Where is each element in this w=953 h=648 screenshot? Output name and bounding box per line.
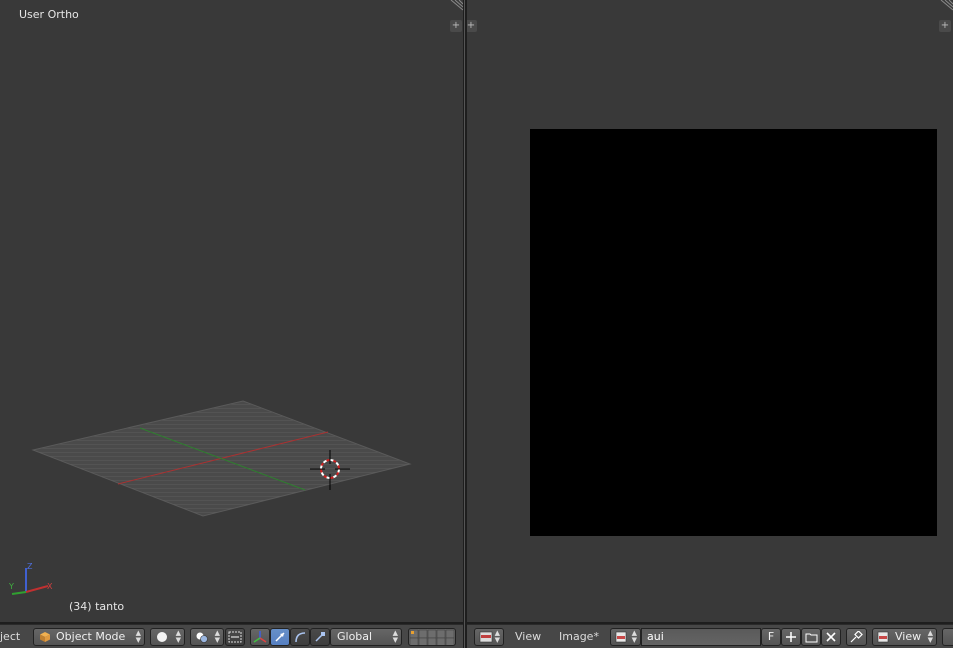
image-browse-select[interactable]: ▲ ▼ — [610, 628, 641, 646]
image-canvas[interactable] — [530, 129, 937, 536]
pin-icon — [850, 631, 863, 643]
updown-arrows-icon: ▲ ▼ — [927, 629, 933, 644]
translate-icon — [275, 632, 285, 642]
pivot-center-icon — [228, 631, 242, 643]
updown-arrows-icon: ▲ ▼ — [494, 629, 500, 644]
updown-arrows-icon: ▲ ▼ — [214, 629, 220, 644]
manipulator-toggle[interactable] — [250, 628, 270, 646]
shading-sphere-icon — [157, 632, 167, 642]
properties-plus-icon[interactable]: + — [939, 20, 951, 32]
translate-toggle[interactable] — [270, 628, 290, 646]
updown-arrows-icon: ▲ ▼ — [175, 629, 181, 644]
pin-image-toggle[interactable] — [846, 628, 867, 646]
toolbar-plus-icon[interactable]: + — [467, 20, 477, 32]
rotate-icon — [295, 632, 306, 643]
image-browse-icon — [615, 631, 627, 643]
new-image-button[interactable] — [781, 628, 801, 646]
new-image-icon — [786, 632, 796, 642]
image-menu[interactable]: Image* — [559, 630, 599, 643]
editor-type-select[interactable]: ▲ ▼ — [474, 628, 504, 646]
header-overflow-button[interactable] — [942, 628, 953, 646]
viewport-shading-select[interactable]: ▲ ▼ — [150, 628, 185, 646]
view-select-label: View — [895, 630, 922, 643]
axis-z-label: Z — [27, 562, 33, 571]
mode-select[interactable]: Object Mode ▲ ▼ — [33, 628, 145, 646]
object-menu[interactable]: ject — [0, 630, 20, 643]
axis-y-label: Y — [8, 582, 14, 591]
pivot-point-select[interactable]: ▲ ▼ — [190, 628, 224, 646]
open-image-button[interactable] — [801, 628, 821, 646]
grid-floor — [31, 400, 412, 517]
cube-icon — [40, 632, 50, 642]
object-label: (34) tanto — [69, 600, 125, 613]
updown-arrows-icon: ▲ ▼ — [135, 629, 141, 644]
transform-orientation-select[interactable]: Global ▲ ▼ — [330, 628, 402, 646]
3d-cursor-icon[interactable] — [310, 450, 350, 490]
close-icon — [826, 632, 836, 642]
3d-viewport[interactable]: + User Ortho Z X Y (34) tanto — [0, 0, 463, 622]
image-name-field[interactable]: aui — [641, 628, 761, 646]
pivot-center-toggle[interactable] — [225, 628, 245, 646]
display-channels-select[interactable]: View ▲ ▼ — [872, 628, 937, 646]
axis-gizmo-icon: Z X Y — [8, 562, 53, 595]
view-menu[interactable]: View — [515, 630, 541, 643]
image-editor-header: ▲ ▼ View Image* ▲ ▼ aui F View ▲ ▼ — [467, 624, 953, 648]
3d-view-header: ject Object Mode ▲ ▼ ▲ ▼ ▲ ▼ Global ▲ ▼ — [0, 624, 463, 648]
rotate-toggle[interactable] — [290, 628, 310, 646]
updown-arrows-icon: ▲ ▼ — [392, 629, 398, 644]
open-folder-icon — [805, 633, 818, 643]
mode-label: Object Mode — [56, 630, 126, 643]
editor-type-icon — [479, 631, 493, 643]
display-channel-icon — [877, 631, 889, 643]
updown-arrows-icon: ▲ ▼ — [631, 629, 637, 644]
manipulator-icon — [253, 631, 267, 643]
pivot-icon — [196, 632, 208, 643]
axis-x-label: X — [47, 582, 53, 591]
area-split-corner-icon[interactable] — [939, 0, 953, 12]
scale-toggle[interactable] — [310, 628, 330, 646]
layers-icon[interactable] — [408, 628, 456, 646]
unlink-image-button[interactable] — [821, 628, 841, 646]
orientation-label: Global — [337, 630, 373, 643]
fake-user-toggle[interactable]: F — [761, 628, 781, 646]
scale-icon — [315, 632, 325, 642]
